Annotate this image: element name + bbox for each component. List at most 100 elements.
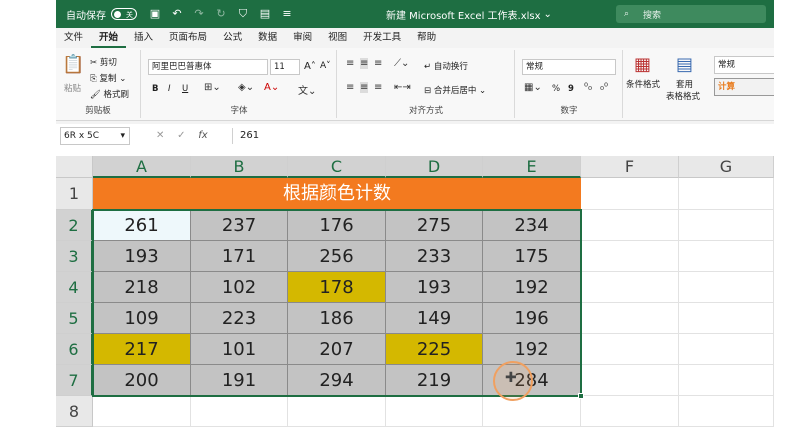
grow-font-button[interactable]: A˄ xyxy=(304,61,316,72)
style-normal[interactable]: 常规 xyxy=(714,56,774,74)
data-cell[interactable]: 218 xyxy=(93,272,191,303)
data-cell[interactable]: 200 xyxy=(93,365,191,396)
empty-cell[interactable] xyxy=(679,272,774,303)
empty-cell[interactable] xyxy=(581,210,679,241)
data-cell[interactable]: 261 xyxy=(93,210,191,241)
row-header-3[interactable]: 3 xyxy=(56,241,93,272)
data-cell[interactable]: 237 xyxy=(191,210,288,241)
border-icon[interactable]: ⊞⌄ xyxy=(204,82,221,93)
empty-cell[interactable] xyxy=(581,334,679,365)
orientation-icon[interactable]: ⟋⌄ xyxy=(394,58,409,69)
empty-cell[interactable] xyxy=(581,365,679,396)
name-box[interactable]: 6R x 5C ▾ xyxy=(60,127,130,145)
column-header-a[interactable]: A xyxy=(93,156,191,178)
tab-9[interactable]: 帮助 xyxy=(409,28,444,48)
conditional-format-icon[interactable]: ▦ xyxy=(634,54,651,75)
number-format-select[interactable]: 常规 xyxy=(522,59,616,75)
align-bottom-icon[interactable]: ≡ xyxy=(374,58,382,69)
fill-color-icon[interactable]: ◈⌄ xyxy=(238,82,254,93)
data-cell[interactable]: 207 xyxy=(288,334,386,365)
data-cell[interactable]: 192 xyxy=(483,272,581,303)
data-cell[interactable]: 234 xyxy=(483,210,581,241)
align-left-icon[interactable]: ≡ xyxy=(346,82,354,93)
indent-icon[interactable]: ⇤⇥ xyxy=(394,82,411,93)
empty-cell[interactable] xyxy=(679,396,774,427)
currency-icon[interactable]: ▦⌄ xyxy=(524,82,542,93)
align-right-icon[interactable]: ≡ xyxy=(374,82,382,93)
data-cell[interactable]: 225 xyxy=(386,334,483,365)
column-header-g[interactable]: G xyxy=(679,156,774,178)
column-header-b[interactable]: B xyxy=(191,156,288,178)
font-color-icon[interactable]: A⌄ xyxy=(264,82,279,93)
data-cell[interactable]: 192 xyxy=(483,334,581,365)
empty-cell[interactable] xyxy=(679,334,774,365)
data-cell[interactable]: 219 xyxy=(386,365,483,396)
row-header-4[interactable]: 4 xyxy=(56,272,93,303)
save-icon[interactable]: ▣ xyxy=(149,8,161,20)
data-cell[interactable]: 101 xyxy=(191,334,288,365)
empty-cell[interactable] xyxy=(679,303,774,334)
empty-cell[interactable] xyxy=(581,303,679,334)
align-top-icon[interactable]: ≡ xyxy=(346,58,354,69)
empty-cell[interactable] xyxy=(581,272,679,303)
tab-5[interactable]: 数据 xyxy=(250,28,285,48)
data-cell[interactable]: 193 xyxy=(93,241,191,272)
empty-cell[interactable] xyxy=(679,365,774,396)
row-header-7[interactable]: 7 xyxy=(56,365,93,396)
bold-button[interactable]: B xyxy=(152,84,158,94)
tab-4[interactable]: 公式 xyxy=(215,28,250,48)
row-header-6[interactable]: 6 xyxy=(56,334,93,365)
paste-icon[interactable]: 📋 xyxy=(62,54,84,78)
redo-icon[interactable]: ↷ xyxy=(193,8,205,20)
undo-icon[interactable]: ↶ xyxy=(171,8,183,20)
empty-cell[interactable] xyxy=(386,396,483,427)
empty-cell[interactable] xyxy=(288,396,386,427)
cancel-icon[interactable]: ✕ xyxy=(156,130,164,141)
style-calc[interactable]: 计算 xyxy=(714,78,774,96)
table-format-line1[interactable]: 套用 xyxy=(676,78,693,90)
data-cell[interactable]: 171 xyxy=(191,241,288,272)
data-cell[interactable]: 109 xyxy=(93,303,191,334)
data-cell[interactable]: 149 xyxy=(386,303,483,334)
formula-input[interactable]: 261 xyxy=(240,127,259,145)
increase-decimal-icon[interactable]: ⁰₀ xyxy=(584,82,592,93)
empty-cell[interactable] xyxy=(581,396,679,427)
align-center-icon[interactable]: ≡ xyxy=(360,82,369,93)
row-header-8[interactable]: 8 xyxy=(56,396,93,427)
conditional-format-button[interactable]: 条件格式 xyxy=(626,78,660,90)
check-icon[interactable]: ✓ xyxy=(177,130,185,141)
data-cell[interactable]: 275 xyxy=(386,210,483,241)
shrink-font-button[interactable]: A˅ xyxy=(320,61,331,71)
empty-cell[interactable] xyxy=(679,210,774,241)
row-header-2[interactable]: 2 xyxy=(56,210,93,241)
row-header-1[interactable]: 1 xyxy=(56,178,93,210)
font-size-select[interactable]: 11 xyxy=(270,59,300,75)
row-header-5[interactable]: 5 xyxy=(56,303,93,334)
title-cell[interactable]: 根据颜色计数 xyxy=(93,178,581,210)
tab-1[interactable]: 开始 xyxy=(91,28,127,48)
merge-center-button[interactable]: ⊟ 合并后居中 ⌄ xyxy=(424,84,486,96)
empty-cell[interactable] xyxy=(93,396,191,427)
data-cell[interactable]: 217 xyxy=(93,334,191,365)
data-cell[interactable]: 178 xyxy=(288,272,386,303)
table-format-icon[interactable]: ▤ xyxy=(676,54,693,75)
data-cell[interactable]: 191 xyxy=(191,365,288,396)
column-header-d[interactable]: D xyxy=(386,156,483,178)
font-name-select[interactable]: 阿里巴巴普惠体 xyxy=(148,59,268,75)
repeat-icon[interactable]: ↻ xyxy=(215,8,227,20)
tab-6[interactable]: 审阅 xyxy=(285,28,320,48)
customize-toolbar-icon[interactable]: ≡ xyxy=(281,8,293,20)
search-box[interactable]: ⌕ 搜索 xyxy=(616,5,766,23)
column-header-c[interactable]: C xyxy=(288,156,386,178)
underline-button[interactable]: U xyxy=(182,84,188,94)
fx-button[interactable]: fx xyxy=(198,130,207,141)
decrease-decimal-icon[interactable]: ₀⁰ xyxy=(600,82,608,93)
form-icon[interactable]: ▤ xyxy=(259,8,271,20)
format-painter-button[interactable]: 🖌 格式刷 xyxy=(90,88,129,100)
tab-0[interactable]: 文件 xyxy=(56,28,91,48)
column-header-f[interactable]: F xyxy=(581,156,679,178)
paste-button[interactable]: 粘贴 xyxy=(64,82,81,94)
select-all-corner[interactable] xyxy=(56,156,93,178)
percent-button[interactable]: % xyxy=(552,84,560,94)
data-cell[interactable]: 294 xyxy=(288,365,386,396)
